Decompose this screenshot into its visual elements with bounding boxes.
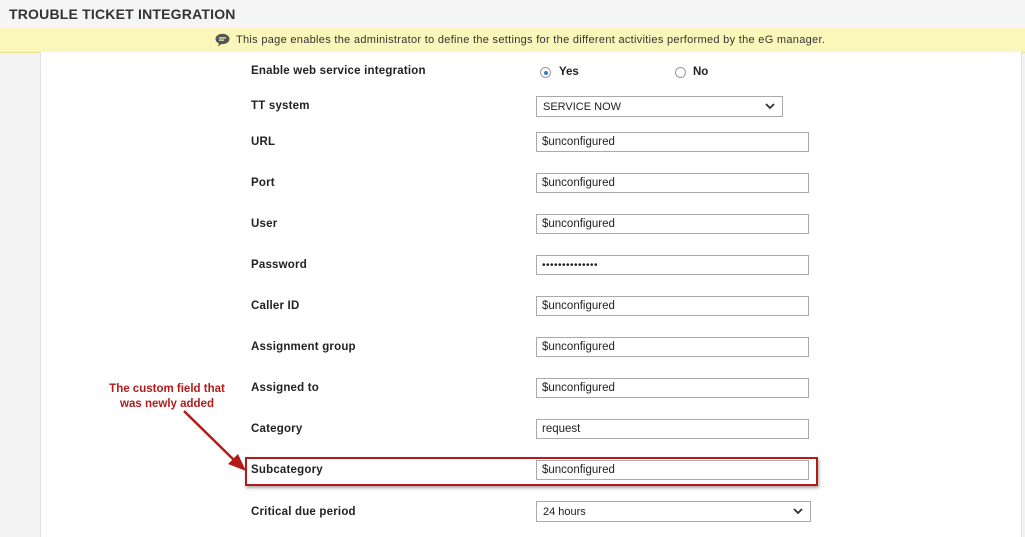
annotation-arrow-icon bbox=[183, 410, 246, 471]
